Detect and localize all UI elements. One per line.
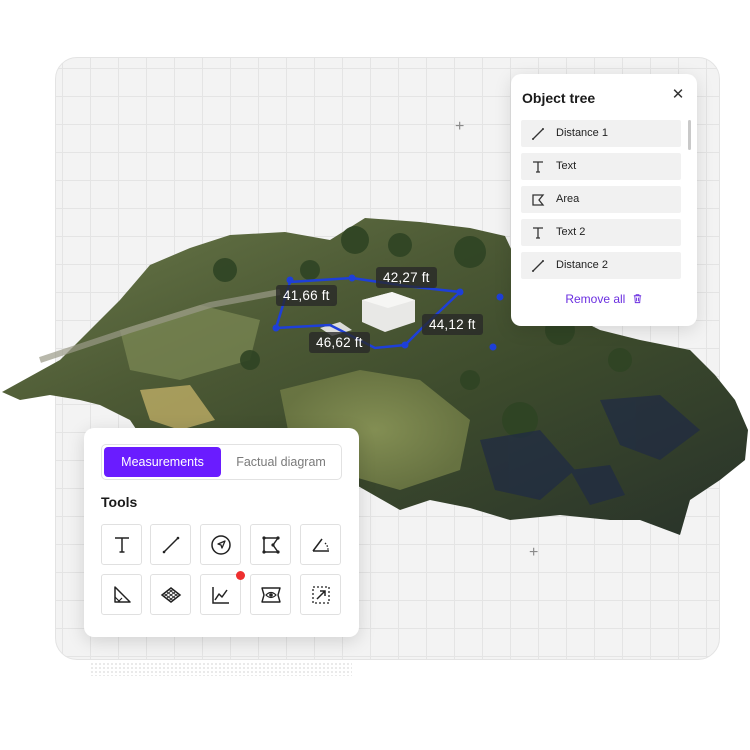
view-tool-button[interactable] <box>250 574 291 615</box>
surface-tool-button[interactable] <box>150 574 191 615</box>
measurement-label: 41,66 ft <box>276 285 337 306</box>
tools-panel: Measurements Factual diagram Tools <box>84 428 359 637</box>
tree-item-text-2[interactable]: Text 2 <box>521 219 681 246</box>
tree-item-label: Distance 2 <box>556 259 608 271</box>
line-icon <box>532 260 544 272</box>
angle-tool-icon <box>312 538 329 552</box>
surface-tool-icon <box>160 587 182 603</box>
tools-title: Tools <box>101 494 138 510</box>
object-tree-title: Object tree <box>522 90 596 106</box>
slope-tool-button[interactable] <box>101 574 142 615</box>
tree-item-distance-1[interactable]: Distance 1 <box>521 120 681 147</box>
elevation-profile-tool-button[interactable] <box>200 574 241 615</box>
area-tool-button[interactable] <box>250 524 291 565</box>
volume-tool-button[interactable] <box>300 574 341 615</box>
remove-all-label: Remove all <box>565 292 626 306</box>
elevation-profile-tool-icon <box>212 587 229 604</box>
navigation-tool-button[interactable] <box>200 524 241 565</box>
angle-tool-button[interactable] <box>300 524 341 565</box>
view-tool-icon <box>261 587 281 603</box>
line-icon <box>532 128 544 140</box>
close-icon[interactable]: ✕ <box>671 87 685 102</box>
area-tool-icon <box>262 536 280 554</box>
tree-item-text[interactable]: Text <box>521 153 681 180</box>
object-tree-list: Distance 1 Text Area Text 2 Distance 2 <box>521 120 681 285</box>
measurement-label: 42,27 ft <box>376 267 437 288</box>
text-icon <box>533 227 543 239</box>
distance-tool-button[interactable] <box>150 524 191 565</box>
text-tool-icon <box>115 537 129 553</box>
slope-tool-icon <box>114 586 131 603</box>
tab-factual-diagram[interactable]: Factual diagram <box>223 447 339 477</box>
tab-measurements[interactable]: Measurements <box>104 447 221 477</box>
scrollbar[interactable] <box>688 120 691 150</box>
panel-reflection <box>90 662 352 676</box>
tree-item-label: Area <box>556 193 580 205</box>
tree-item-label: Text <box>556 160 577 172</box>
app-stage: + + 41,66 ft 42,27 ft 44,12 ft 46,62 ft … <box>0 0 750 750</box>
notification-dot <box>236 571 245 580</box>
remove-all-button[interactable]: Remove all <box>511 292 697 306</box>
tree-item-label: Text 2 <box>556 226 586 238</box>
measurement-label: 44,12 ft <box>422 314 483 335</box>
text-tool-button[interactable] <box>101 524 142 565</box>
tree-item-area[interactable]: Area <box>521 186 681 213</box>
distance-tool-icon <box>162 536 180 554</box>
trash-icon <box>633 294 641 304</box>
volume-tool-icon <box>312 586 330 604</box>
tree-item-distance-2[interactable]: Distance 2 <box>521 252 681 279</box>
area-icon <box>532 194 545 206</box>
measurement-label: 46,62 ft <box>309 332 370 353</box>
tree-item-label: Distance 1 <box>556 127 608 139</box>
mode-toggle: Measurements Factual diagram <box>101 444 342 480</box>
text-icon <box>533 161 543 173</box>
navigation-tool-icon <box>211 535 231 555</box>
object-tree-panel: Object tree ✕ Distance 1 Text Area Text … <box>511 74 697 326</box>
